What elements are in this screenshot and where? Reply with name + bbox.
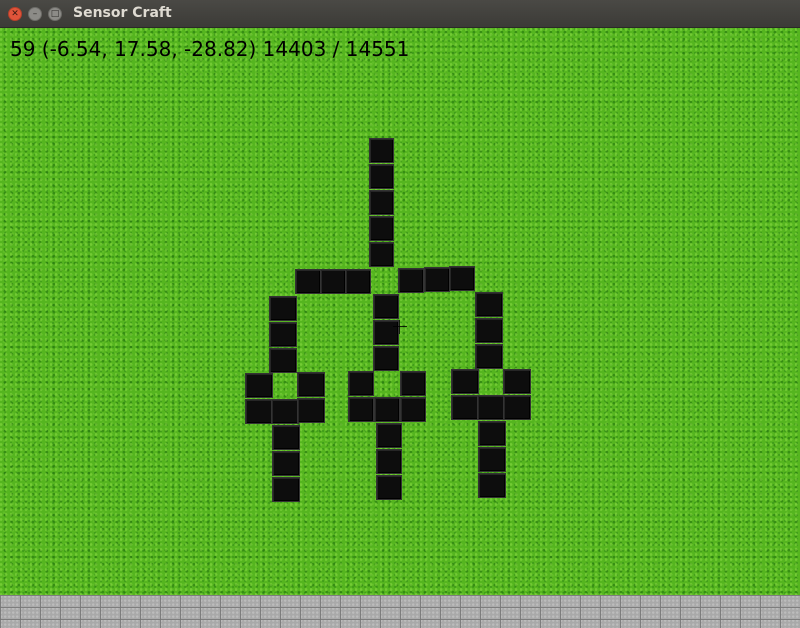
- window-title: Sensor Craft: [73, 5, 172, 21]
- block[interactable]: [376, 449, 402, 474]
- block[interactable]: [295, 269, 321, 294]
- block[interactable]: [271, 399, 299, 424]
- block[interactable]: [373, 294, 399, 319]
- block[interactable]: [348, 371, 374, 396]
- game-window: ✕ – □ Sensor Craft 59 (-6.54, 17.58, -28…: [0, 0, 800, 628]
- block[interactable]: [272, 451, 300, 476]
- minimize-button[interactable]: –: [28, 7, 42, 21]
- block[interactable]: [478, 421, 506, 446]
- block[interactable]: [475, 318, 503, 343]
- maximize-button[interactable]: □: [48, 7, 62, 21]
- block[interactable]: [477, 395, 505, 420]
- block[interactable]: [320, 269, 346, 294]
- block[interactable]: [475, 344, 503, 369]
- block[interactable]: [369, 190, 394, 215]
- hud-status-text: 59 (-6.54, 17.58, -28.82) 14403 / 14551: [10, 37, 410, 61]
- title-bar[interactable]: ✕ – □ Sensor Craft: [0, 0, 800, 28]
- block[interactable]: [245, 399, 273, 424]
- block[interactable]: [245, 373, 273, 398]
- maximize-icon: □: [50, 8, 60, 19]
- block[interactable]: [398, 268, 424, 293]
- block[interactable]: [478, 447, 506, 472]
- block[interactable]: [374, 397, 400, 422]
- block[interactable]: [373, 346, 399, 371]
- close-button[interactable]: ✕: [8, 7, 22, 21]
- block[interactable]: [269, 296, 297, 321]
- block[interactable]: [369, 242, 394, 267]
- block[interactable]: [272, 477, 300, 502]
- close-icon: ✕: [11, 8, 19, 19]
- block[interactable]: [297, 372, 325, 397]
- block[interactable]: [400, 397, 426, 422]
- block[interactable]: [503, 395, 531, 420]
- minimize-icon: –: [32, 8, 38, 19]
- stone-floor: [0, 595, 800, 628]
- block[interactable]: [503, 369, 531, 394]
- block[interactable]: [451, 395, 479, 420]
- block[interactable]: [449, 266, 475, 291]
- block[interactable]: [369, 216, 394, 241]
- block[interactable]: [376, 475, 402, 500]
- game-viewport[interactable]: 59 (-6.54, 17.58, -28.82) 14403 / 14551: [0, 28, 800, 628]
- block[interactable]: [451, 369, 479, 394]
- crosshair-icon: [393, 320, 407, 334]
- block[interactable]: [478, 473, 506, 498]
- block[interactable]: [369, 138, 394, 163]
- block[interactable]: [376, 423, 402, 448]
- block[interactable]: [297, 398, 325, 423]
- block[interactable]: [475, 292, 503, 317]
- block[interactable]: [424, 267, 450, 292]
- block[interactable]: [345, 269, 371, 294]
- block[interactable]: [348, 397, 374, 422]
- block[interactable]: [369, 164, 394, 189]
- block[interactable]: [269, 348, 297, 373]
- block[interactable]: [272, 425, 300, 450]
- block[interactable]: [269, 322, 297, 347]
- block[interactable]: [400, 371, 426, 396]
